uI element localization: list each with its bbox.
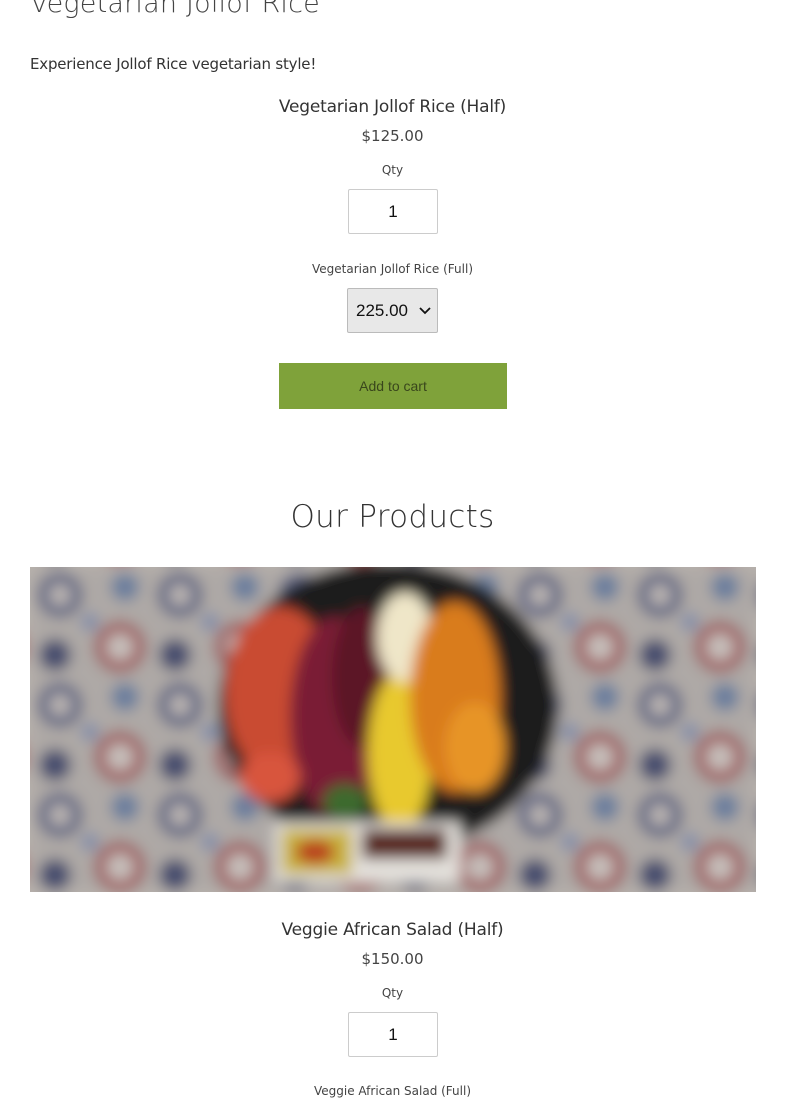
salad-bowl-photo-icon xyxy=(30,567,756,892)
section-description: Experience Jollof Rice vegetarian style! xyxy=(30,55,317,73)
qty-input[interactable] xyxy=(348,189,438,234)
qty-label: Qty xyxy=(381,986,404,1000)
qty-label: Qty xyxy=(381,163,404,177)
products-heading: Our Products xyxy=(290,499,495,535)
product-price: $125.00 xyxy=(361,127,424,145)
section-title: Vegetarian Jollof Rice xyxy=(30,0,320,19)
chevron-down-icon xyxy=(419,307,431,315)
product-name: Vegetarian Jollof Rice (Half) xyxy=(278,97,507,117)
add-to-cart-button[interactable]: Add to cart xyxy=(279,363,507,409)
variant-select-value: 225.00 xyxy=(356,300,408,320)
page: Vegetarian Jollof Rice Experience Jollof… xyxy=(0,0,785,1098)
product-name: Veggie African Salad (Half) xyxy=(281,920,504,940)
product-price: $150.00 xyxy=(361,950,424,968)
variant-label: Vegetarian Jollof Rice (Full) xyxy=(311,262,474,276)
qty-input[interactable] xyxy=(348,1012,438,1057)
product-image[interactable] xyxy=(30,567,756,892)
variant-label: Veggie African Salad (Full) xyxy=(313,1084,472,1098)
variant-select[interactable]: 225.00 xyxy=(347,288,438,333)
